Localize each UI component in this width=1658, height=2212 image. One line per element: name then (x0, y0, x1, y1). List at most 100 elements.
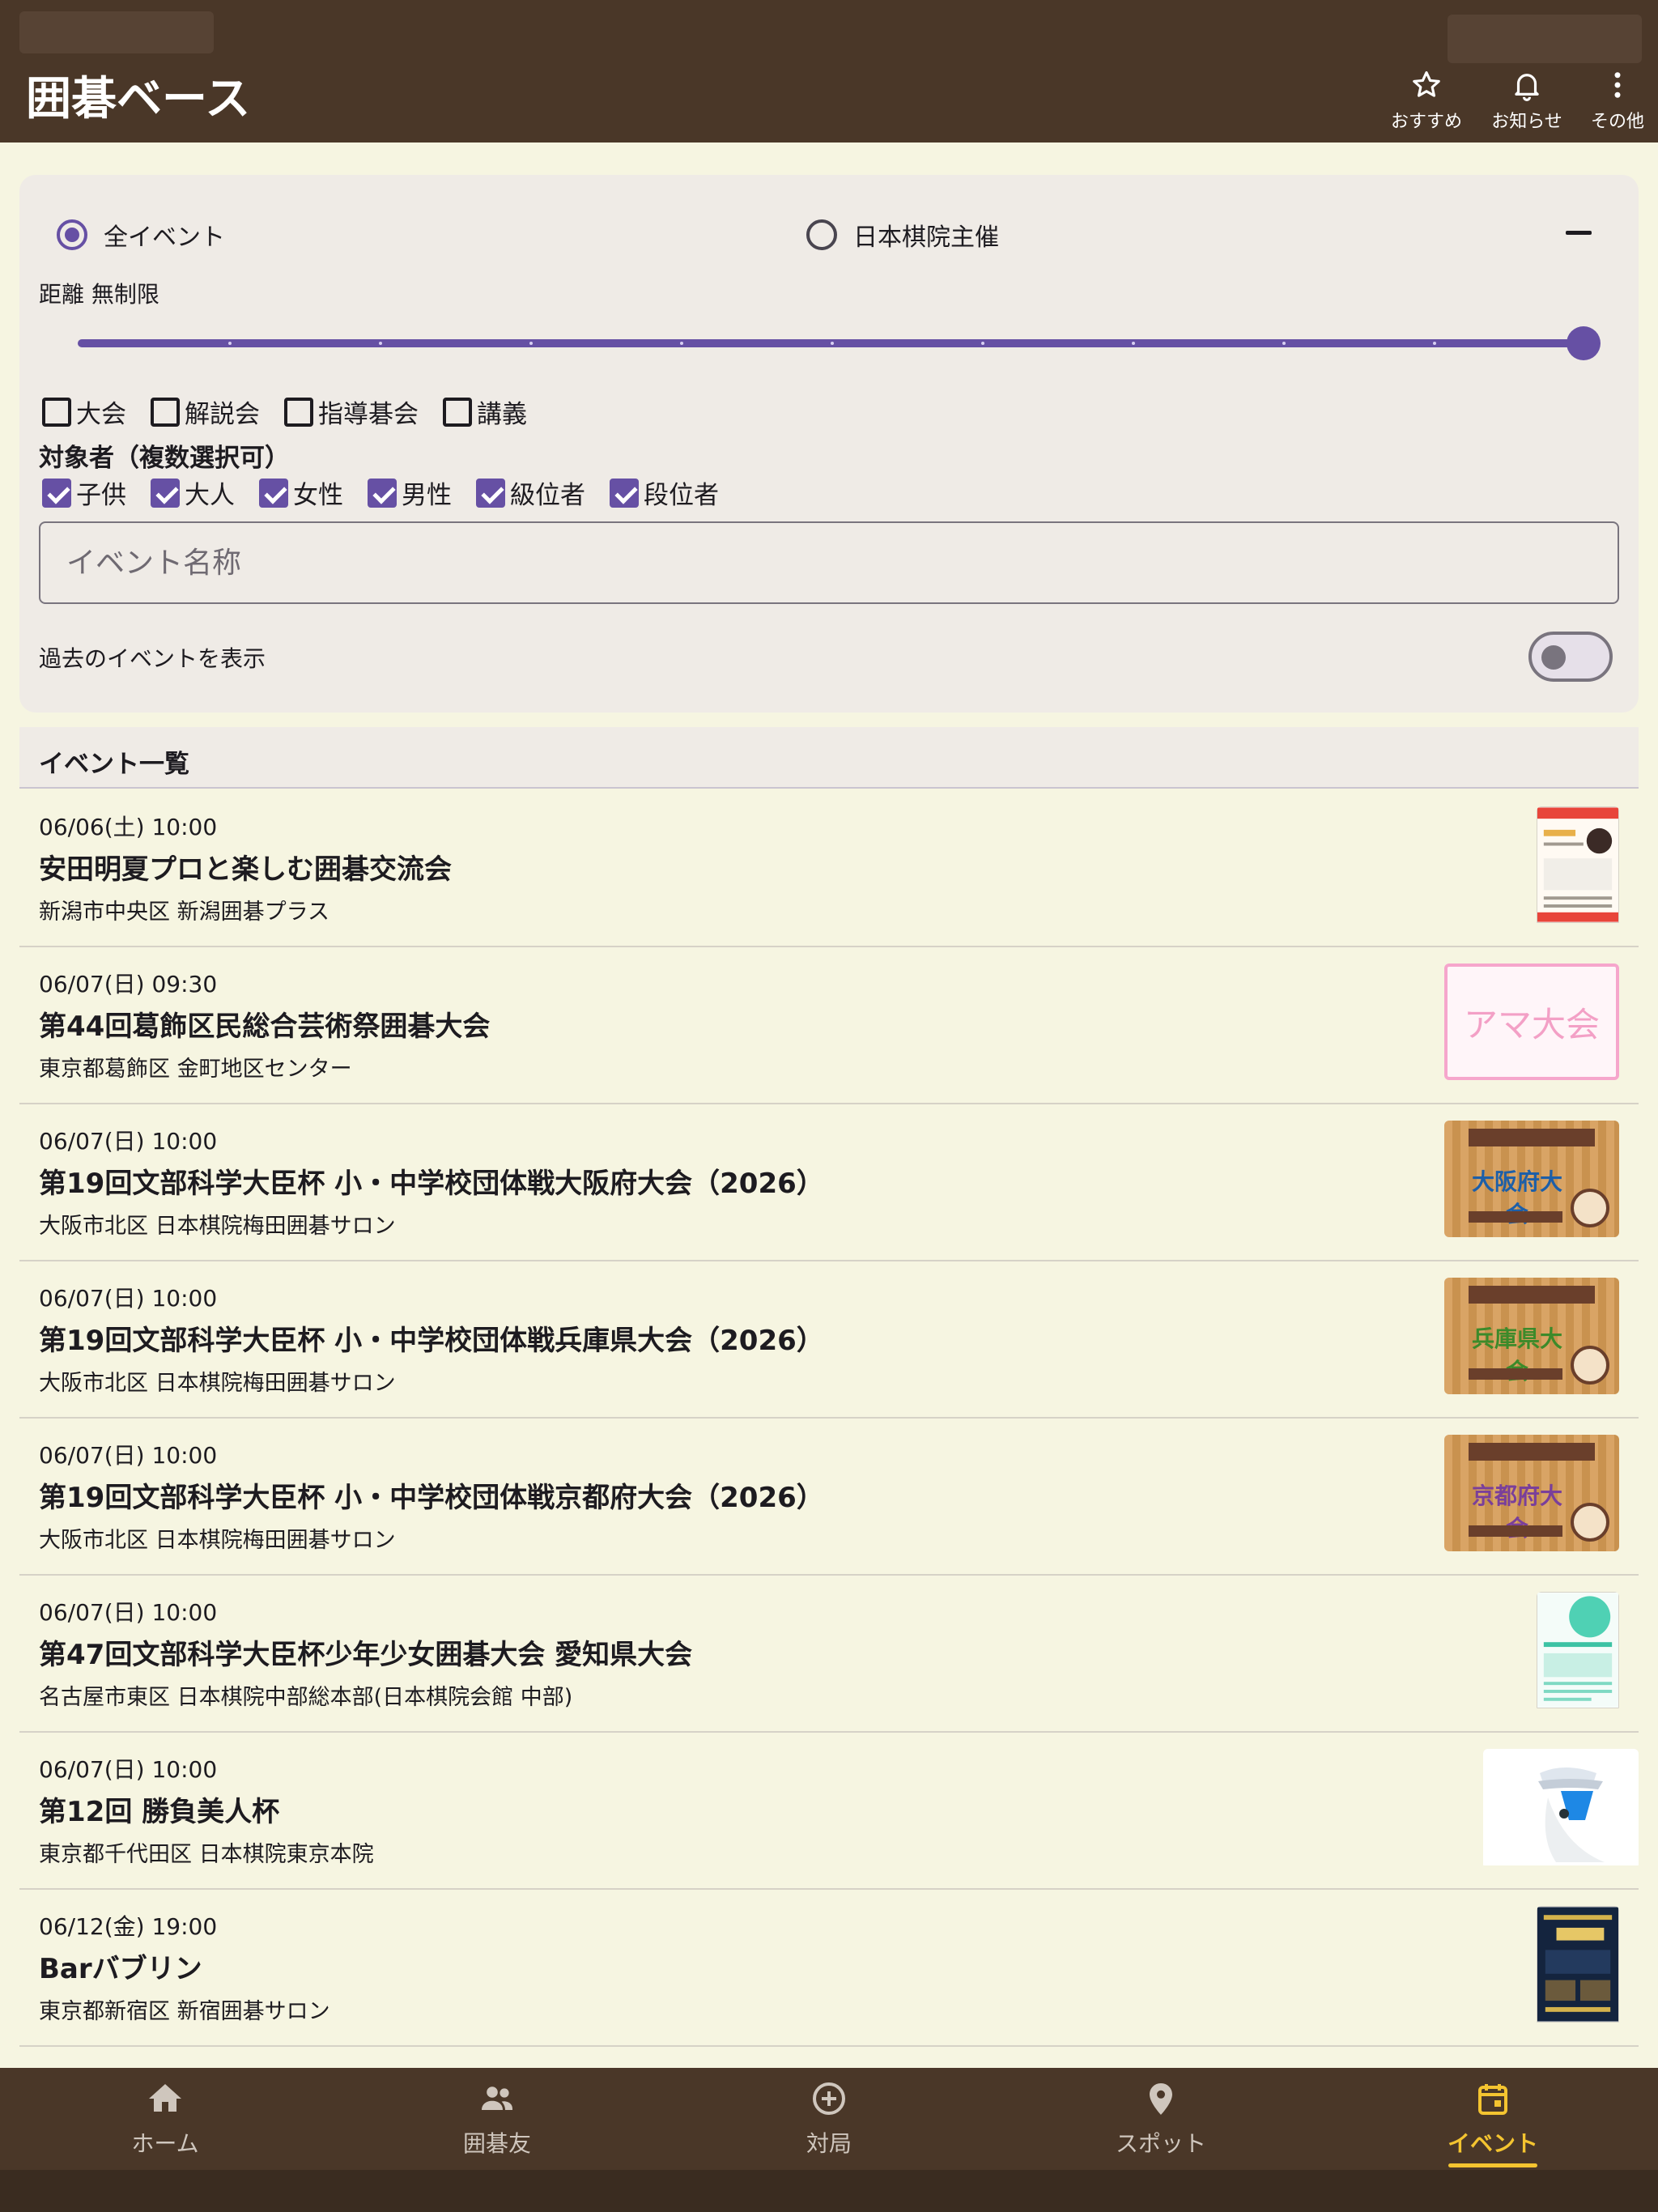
event-row[interactable]: 06/07(日) 10:00 第47回文部科学大臣杯少年少女囲碁大会 愛知県大会… (19, 1576, 1639, 1733)
category-checkbox-label: 解説会 (185, 400, 260, 429)
event-place: 大阪市北区 日本棋院梅田囲碁サロン (39, 1371, 396, 1396)
event-poster-image (1537, 806, 1619, 926)
category-checkbox-1[interactable]: 解説会 (151, 393, 260, 430)
past-events-label: 過去のイベントを表示 (39, 645, 266, 672)
target-checkbox-box (610, 478, 639, 508)
nav-friends-label: 囲碁友 (462, 2130, 531, 2157)
event-title: 第19回文部科学大臣杯 小・中学校団体戦兵庫県大会（2026） (39, 1325, 824, 1357)
event-row[interactable]: 06/07(日) 10:00 第12回 勝負美人杯 東京都千代田区 日本棋院東京… (19, 1733, 1639, 1890)
poster-character (1571, 1503, 1609, 1542)
nav-spot[interactable]: スポット (1039, 2079, 1282, 2176)
event-row[interactable]: 06/06(土) 10:00 安田明夏プロと楽しむ囲碁交流会 新潟市中央区 新潟… (19, 790, 1639, 947)
bell-icon (1515, 74, 1539, 101)
event-title: 第19回文部科学大臣杯 小・中学校団体戦京都府大会（2026） (39, 1482, 824, 1514)
event-row[interactable]: 06/07(日) 10:00 第19回文部科学大臣杯 小・中学校団体戦大阪府大会… (19, 1104, 1639, 1261)
event-place: 新潟市中央区 新潟囲碁プラス (39, 900, 330, 925)
poster-character (1571, 1189, 1609, 1227)
event-date: 06/07(日) 10:00 (39, 1599, 218, 1626)
event-poster-image: アマ大会 (1444, 963, 1619, 1080)
target-checkbox-label: 段位者 (644, 481, 719, 510)
status-bar-blur-right (1448, 15, 1642, 63)
event-poster-image (1483, 1749, 1639, 1869)
more-button[interactable]: その他 (1569, 68, 1658, 133)
distance-label: 距離 無制限 (39, 281, 159, 308)
radio-all-events[interactable]: 全イベント (57, 217, 225, 253)
nav-home-label: ホーム (131, 2130, 199, 2157)
category-checkbox-label: 大会 (76, 400, 126, 429)
event-date: 06/07(日) 10:00 (39, 1285, 218, 1312)
poster-text: 京都府大会 (1471, 1482, 1562, 1542)
target-checkbox-label: 男性 (402, 481, 452, 510)
slider-tick (831, 342, 834, 345)
category-checkbox-3[interactable]: 講義 (443, 393, 527, 430)
radio-nihon-kiin-circle (806, 219, 837, 250)
nav-friends[interactable]: 囲碁友 (376, 2079, 619, 2176)
event-name-input[interactable] (39, 521, 1619, 604)
category-checkbox-2[interactable]: 指導碁会 (284, 393, 419, 430)
target-checkbox-3[interactable]: 男性 (368, 474, 452, 511)
slider-tick (1132, 342, 1135, 345)
slider-thumb[interactable] (1567, 326, 1601, 360)
poster-text: アマ大会 (1463, 1004, 1600, 1044)
event-row[interactable]: 06/12(金) 19:00 Barバブリン 東京都新宿区 新宿囲碁サロン (19, 1890, 1639, 2047)
notifications-label: お知らせ (1491, 112, 1562, 132)
collapse-filter-button[interactable] (1546, 212, 1611, 253)
slider-tick (228, 342, 232, 345)
event-title: 安田明夏プロと楽しむ囲碁交流会 (39, 853, 452, 886)
event-date: 06/07(日) 10:00 (39, 1442, 218, 1469)
target-checkbox-0[interactable]: 子供 (42, 474, 126, 511)
target-checkbox-box (259, 478, 288, 508)
radio-nihon-kiin[interactable]: 日本棋院主催 (806, 217, 999, 253)
category-checkbox-0[interactable]: 大会 (42, 393, 126, 430)
nav-home[interactable]: ホーム (44, 2079, 287, 2176)
nav-event-label: イベント (1447, 2130, 1538, 2157)
past-events-toggle[interactable] (1528, 632, 1613, 682)
poster-character (1571, 1346, 1609, 1385)
event-poster-image (1537, 1906, 1619, 2026)
event-place: 東京都千代田区 日本棋院東京本院 (39, 1842, 374, 1867)
app-title: 囲碁ベース (26, 73, 251, 125)
slider-tick (529, 342, 533, 345)
more-label: その他 (1590, 112, 1644, 132)
nav-game-label: 対局 (806, 2130, 852, 2157)
event-place: 東京都新宿区 新宿囲碁サロン (39, 1999, 330, 2024)
category-checkbox-label: 指導碁会 (318, 400, 419, 429)
event-row[interactable]: 06/07(日) 10:00 第19回文部科学大臣杯 小・中学校団体戦兵庫県大会… (19, 1261, 1639, 1419)
category-checkbox-box (151, 397, 180, 427)
category-checkboxes: 大会 解説会 指導碁会 講義 (42, 393, 551, 430)
event-list-header: イベント一覧 (19, 727, 1639, 789)
nav-game[interactable]: 対局 (708, 2079, 950, 2176)
category-checkbox-box (443, 397, 472, 427)
category-checkbox-box (284, 397, 313, 427)
event-date: 06/07(日) 10:00 (39, 1128, 218, 1155)
event-place: 大阪市北区 日本棋院梅田囲碁サロン (39, 1528, 396, 1553)
radio-all-events-circle (57, 219, 87, 250)
category-checkbox-box (42, 397, 71, 427)
target-checkbox-1[interactable]: 大人 (151, 474, 235, 511)
event-poster-image: 兵庫県大会 (1444, 1278, 1619, 1394)
nav-event[interactable]: イベント (1371, 2079, 1614, 2176)
event-date: 06/12(金) 19:00 (39, 1913, 218, 1940)
recommend-label: おすすめ (1390, 112, 1462, 132)
target-checkbox-2[interactable]: 女性 (259, 474, 343, 511)
event-place: 名古屋市東区 日本棋院中部総本部(日本棋院会館 中部) (39, 1685, 573, 1710)
event-list-heading: イベント一覧 (39, 750, 189, 779)
target-checkbox-label: 大人 (185, 481, 235, 510)
event-date: 06/07(日) 09:30 (39, 971, 218, 998)
star-icon (1413, 71, 1440, 97)
event-row[interactable]: 06/07(日) 10:00 第19回文部科学大臣杯 小・中学校団体戦京都府大会… (19, 1419, 1639, 1576)
slider-tick (981, 342, 984, 345)
recommend-button[interactable]: おすすめ (1378, 68, 1475, 133)
distance-slider[interactable] (78, 326, 1601, 360)
poster-text: 兵庫県大会 (1471, 1325, 1562, 1385)
active-tab-indicator (1448, 2163, 1537, 2167)
more-vert-icon (1614, 72, 1621, 98)
notifications-button[interactable]: お知らせ (1478, 68, 1575, 133)
target-checkbox-label: 子供 (76, 481, 126, 510)
target-checkbox-5[interactable]: 段位者 (610, 474, 719, 511)
minus-icon (1566, 230, 1592, 235)
event-poster-image (1537, 1592, 1619, 1712)
target-checkbox-4[interactable]: 級位者 (476, 474, 585, 511)
target-checkbox-box (42, 478, 71, 508)
event-row[interactable]: 06/07(日) 09:30 第44回葛飾区民総合芸術祭囲碁大会 東京都葛飾区 … (19, 947, 1639, 1104)
